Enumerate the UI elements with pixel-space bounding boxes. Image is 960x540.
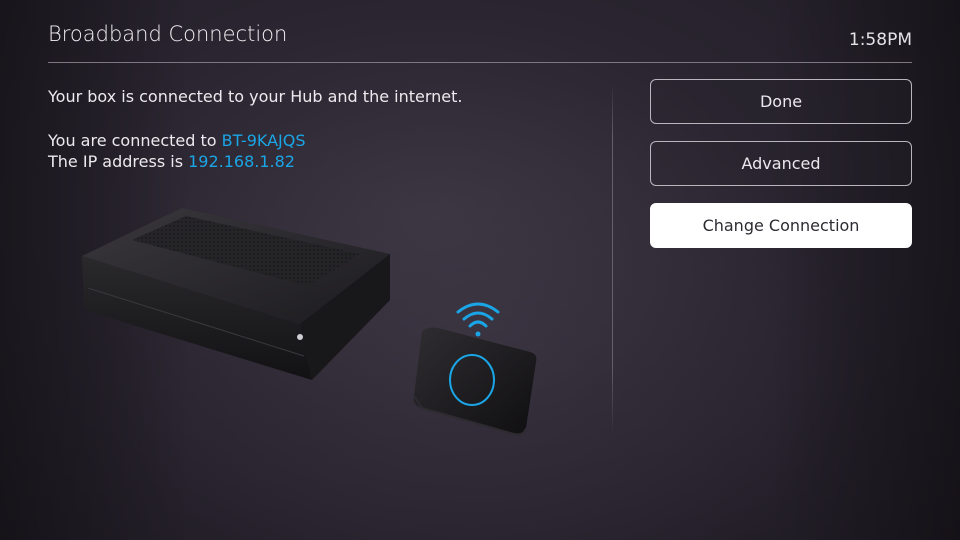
page-title: Broadband Connection (48, 22, 288, 46)
clock: 1:58PM (848, 30, 912, 50)
wifi-icon (456, 302, 500, 337)
connected-label: You are connected to (48, 131, 222, 150)
hub-icon (413, 327, 537, 436)
tv-box-icon (82, 208, 390, 380)
connection-illustration (82, 208, 537, 436)
change-connection-button[interactable]: Change Connection (650, 203, 912, 248)
ip-address-line: The IP address is 192.168.1.82 (48, 151, 295, 172)
vertical-divider (612, 84, 613, 434)
connected-network-line: You are connected to BT-9KAJQS (48, 130, 306, 151)
done-button[interactable]: Done (650, 79, 912, 124)
connection-status-text: Your box is connected to your Hub and th… (48, 87, 463, 106)
header: Broadband Connection 1:58PM (48, 18, 912, 63)
ip-label: The IP address is (48, 152, 189, 171)
advanced-button[interactable]: Advanced (650, 141, 912, 186)
network-name: BT-9KAJQS (221, 131, 306, 150)
ip-address: 192.168.1.82 (188, 152, 295, 171)
